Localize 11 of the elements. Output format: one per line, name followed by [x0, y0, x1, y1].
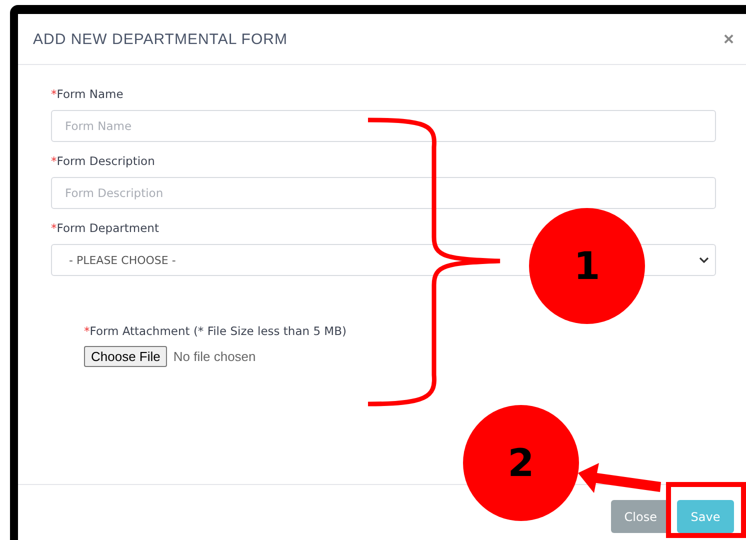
- input-field[interactable]: Form Description: [51, 177, 716, 209]
- input-field[interactable]: Form Name: [51, 110, 716, 142]
- save-button[interactable]: Save: [677, 500, 734, 533]
- field-label: *Form Name: [51, 87, 124, 101]
- field-label: *Form Description: [51, 154, 156, 168]
- file-status: No file chosen: [173, 349, 256, 364]
- field-label: *Form Attachment (* File Size less than 5 MB): [84, 324, 348, 338]
- choose-file-button[interactable]: Choose File: [84, 346, 168, 367]
- chevron-down-icon: [699, 257, 709, 263]
- field-label: *Form Department: [51, 221, 160, 235]
- dialog-title: ADD NEW DEPARTMENTAL FORM: [33, 30, 288, 48]
